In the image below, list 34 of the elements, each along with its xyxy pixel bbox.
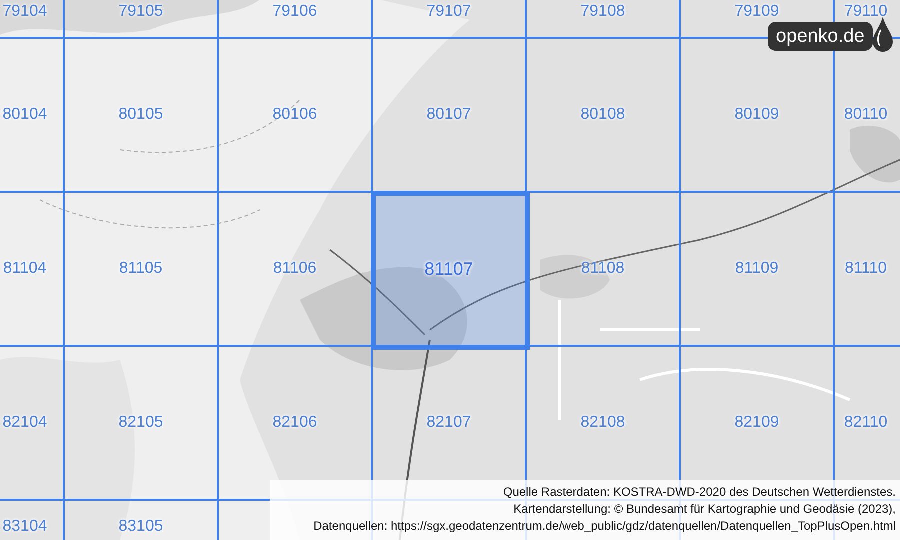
grid-label: 81108 — [581, 261, 625, 277]
grid-label: 81110 — [844, 261, 888, 277]
grid-label: 81104 — [3, 261, 47, 277]
grid-label: 79108 — [580, 4, 626, 20]
grid-label: 80105 — [118, 107, 164, 123]
grid-label: 81106 — [273, 261, 317, 277]
grid-label: 79110 — [844, 4, 888, 20]
grid-label: 80106 — [272, 107, 318, 123]
grid-label: 82108 — [580, 415, 626, 431]
grid-label: 81107 — [424, 260, 474, 278]
grid-label: 82110 — [844, 415, 888, 431]
grid-label: 79107 — [426, 4, 472, 20]
attribution-text: Datenquellen: https://sgx.geodatenzentrum.de/web_public/gdz/datenquellen/Datenquellen_TopPlusOpen.html — [314, 518, 896, 535]
grid-label: 82109 — [734, 415, 780, 431]
grid-label: 82105 — [118, 415, 164, 431]
grid-label: 80109 — [734, 107, 780, 123]
drop-icon — [872, 16, 894, 54]
grid-label: 82104 — [2, 415, 48, 431]
grid-label: 81105 — [119, 261, 163, 277]
grid-label: 79106 — [272, 4, 318, 20]
grid-label: 82107 — [426, 415, 472, 431]
grid-label: 79104 — [2, 4, 48, 20]
grid-label: 80107 — [426, 107, 472, 123]
grid-label: 83105 — [118, 519, 164, 535]
grid-label: 80108 — [580, 107, 626, 123]
grid-label: 81109 — [735, 261, 779, 277]
grid-label: 80110 — [844, 107, 888, 123]
attribution-text: Kartendarstellung: © Bundesamt für Kartographie und Geodäsie (2023), — [514, 501, 896, 518]
grid-label: 79109 — [734, 4, 780, 20]
grid-label: 80104 — [2, 107, 48, 123]
grid-label: 79105 — [118, 4, 164, 20]
grid-label: 82106 — [272, 415, 318, 431]
grid-label: 83104 — [2, 519, 48, 535]
attribution-text: Quelle Rasterdaten: KOSTRA-DWD-2020 des Deutschen Wetterdienstes. — [503, 484, 896, 501]
